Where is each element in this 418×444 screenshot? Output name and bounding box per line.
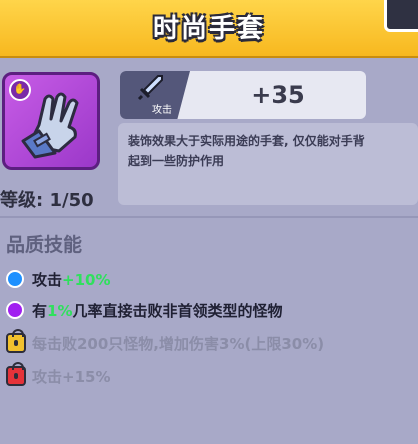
close-button[interactable] bbox=[384, 0, 418, 32]
skill-text: 攻击+10% bbox=[32, 271, 111, 289]
section-title: 品质技能 bbox=[6, 234, 83, 256]
glove-icon bbox=[21, 92, 79, 159]
attack-stat-box: 攻击 +35 bbox=[120, 71, 366, 119]
skill-text: 攻击+15% bbox=[32, 368, 111, 386]
red-lock-icon bbox=[6, 362, 26, 386]
divider bbox=[0, 216, 418, 218]
stat-tag: 攻击 bbox=[120, 71, 190, 119]
stat-value: +35 bbox=[251, 81, 305, 109]
stat-label: 攻击 bbox=[152, 105, 172, 116]
yellow-lock-icon bbox=[6, 329, 26, 353]
description-box: 装饰效果大于实际用途的手套, 仅仅能对手背 起到一些防护作用 bbox=[118, 123, 418, 205]
blue-circle-icon bbox=[6, 270, 24, 288]
level-text: 等级: 1/50 bbox=[0, 190, 94, 211]
sword-icon bbox=[137, 75, 163, 101]
skill-text: 有1%几率直接击败非首领类型的怪物 bbox=[32, 302, 283, 320]
skill-text: 每击败200只怪物,增加伤害3%(上限30%) bbox=[32, 335, 325, 353]
page-title: 时尚手套 bbox=[152, 14, 265, 44]
header-bar: 时尚手套 bbox=[0, 0, 418, 58]
item-description: 装饰效果大于实际用途的手套, 仅仅能对手背 起到一些防护作用 bbox=[128, 134, 365, 168]
purple-circle-icon bbox=[6, 301, 24, 319]
item-card: ✋ bbox=[2, 72, 100, 170]
